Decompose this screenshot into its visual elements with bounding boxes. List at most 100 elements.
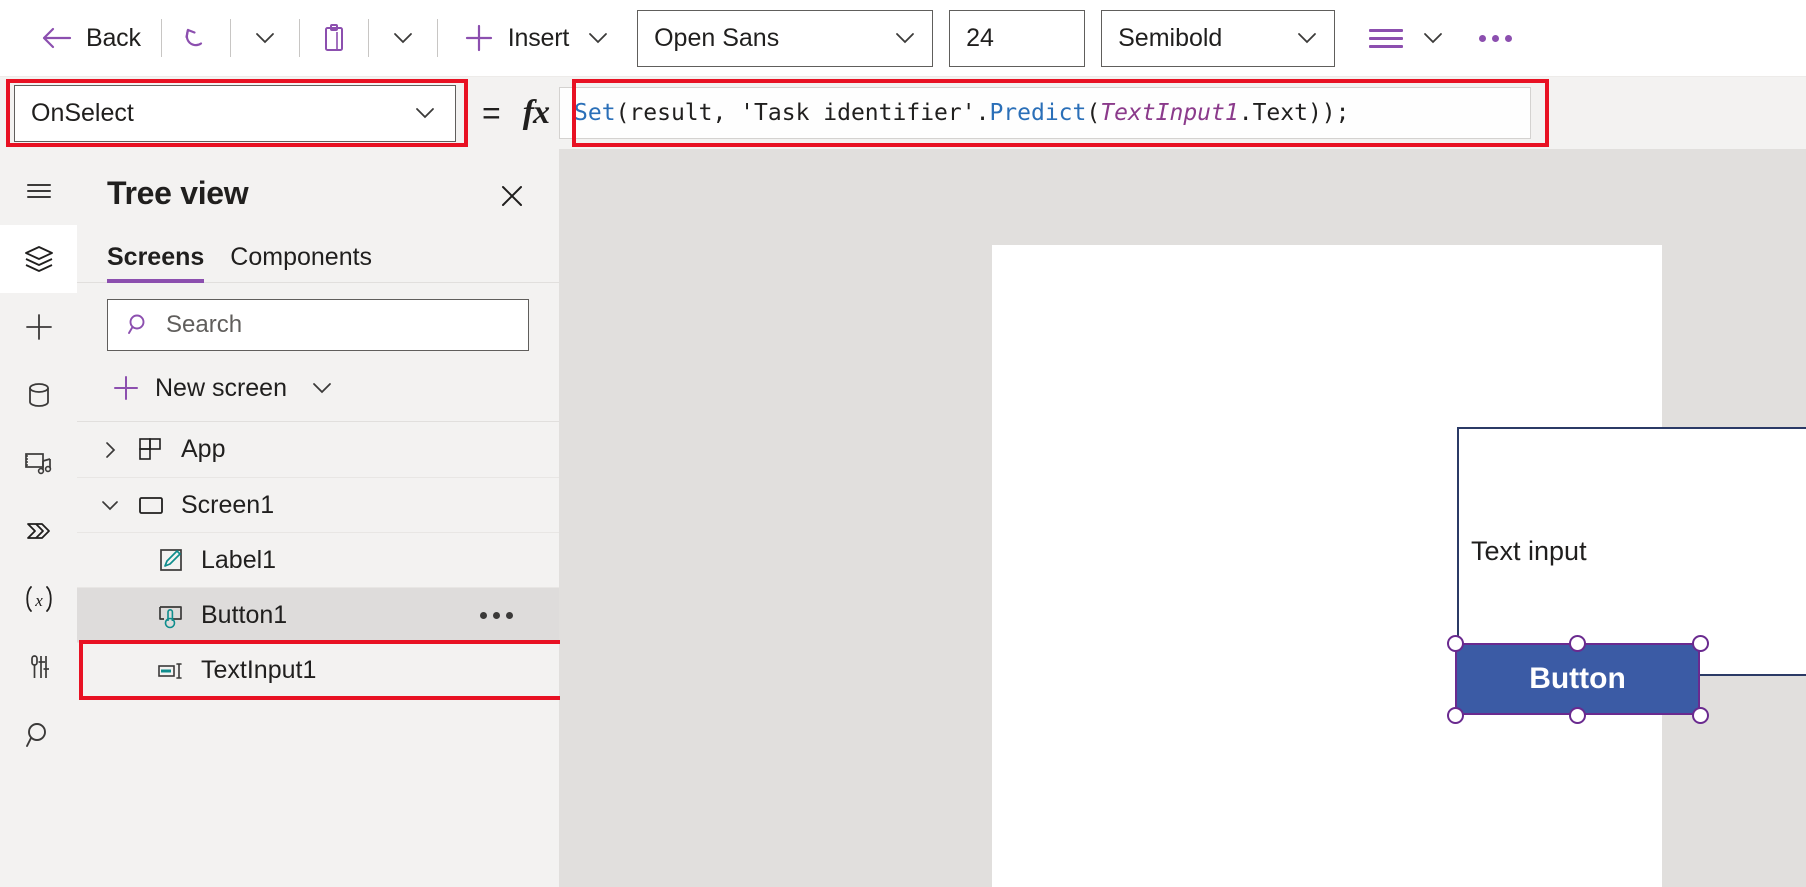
canvas-button[interactable]: Button	[1455, 643, 1700, 715]
resize-handle-top-right[interactable]	[1692, 635, 1709, 652]
chevron-down-icon	[390, 25, 416, 51]
chevron-down-icon	[252, 25, 278, 51]
tree-item-more-button[interactable]	[480, 611, 513, 619]
power-automate-icon	[20, 512, 58, 550]
font-size-input[interactable]: 24	[949, 9, 1086, 67]
back-button[interactable]: Back	[32, 15, 149, 61]
chevron-down-icon	[309, 375, 335, 401]
clipboard-icon	[317, 21, 351, 55]
tree-view-tabs: Screens Components	[77, 217, 559, 283]
tree-item-label: Button1	[201, 600, 288, 629]
font-size-value: 24	[966, 23, 994, 52]
tab-screens[interactable]: Screens	[107, 243, 205, 283]
paste-dropdown[interactable]	[381, 16, 425, 60]
back-label: Back	[86, 23, 141, 52]
rail-item-insert[interactable]	[0, 293, 77, 361]
chevron-right-icon[interactable]	[91, 439, 129, 461]
tree-list: App Screen1 Label1 Button1 TextInput1	[77, 422, 559, 698]
app-canvas: Text input Button	[560, 149, 1806, 887]
tree-item-screen1[interactable]: Screen1	[77, 478, 559, 533]
rail-item-app-checker[interactable]	[0, 633, 77, 701]
app-checker-icon	[22, 650, 56, 684]
tree-item-textinput1[interactable]: TextInput1	[77, 643, 559, 698]
canvas-text-input-value: Text input	[1471, 536, 1587, 566]
font-weight-select[interactable]: Semibold	[1101, 9, 1336, 67]
power-apps-studio: Back Insert Open Sans 24 Semibold OnSele…	[0, 0, 1806, 887]
ellipsis-icon	[1478, 34, 1512, 42]
search-icon	[126, 312, 152, 338]
property-select[interactable]: OnSelect	[14, 84, 456, 142]
resize-handle-top-left[interactable]	[1447, 635, 1464, 652]
data-cylinder-icon	[22, 378, 56, 412]
divider	[436, 19, 438, 57]
search-input[interactable]: Search	[107, 299, 529, 351]
chevron-down-icon	[892, 25, 918, 51]
screen-rect-icon	[129, 490, 173, 520]
canvas-text-input[interactable]: Text input	[1457, 427, 1806, 676]
paste-button[interactable]	[312, 16, 356, 60]
formula-token: TextInput1	[1100, 100, 1239, 126]
tree-item-label: TextInput1	[201, 656, 317, 684]
hamburger-menu-icon	[21, 173, 57, 209]
tree-item-label: App	[181, 435, 226, 463]
rail-item-data[interactable]	[0, 361, 77, 429]
fx-icon: fx	[522, 94, 550, 131]
plus-icon	[111, 373, 141, 403]
resize-handle-top-center[interactable]	[1569, 635, 1586, 652]
tree-item-label1[interactable]: Label1	[77, 533, 559, 588]
rail-item-power-automate[interactable]	[0, 497, 77, 565]
chevron-down-icon	[1420, 25, 1446, 51]
overflow-menu-button[interactable]	[1473, 16, 1517, 60]
font-weight-value: Semibold	[1118, 23, 1223, 52]
formula-input[interactable]: Set (result, 'Task identifier'. Predict(Te…	[559, 87, 1532, 139]
divider	[298, 19, 300, 57]
divider	[229, 19, 231, 57]
formula-input-wrap: Set (result, 'Task identifier'. Predict(Te…	[559, 87, 1532, 139]
rail-item-tree-view[interactable]	[0, 225, 77, 293]
undo-icon	[179, 21, 213, 55]
search-placeholder: Search	[166, 311, 243, 338]
new-screen-label: New screen	[155, 373, 287, 402]
text-align-dropdown[interactable]	[1411, 16, 1455, 60]
divider	[160, 19, 162, 57]
button-click-icon	[149, 599, 193, 631]
left-rail: x	[0, 149, 77, 887]
close-panel-button[interactable]	[491, 175, 533, 217]
formula-token: .Text));	[1238, 100, 1350, 126]
resize-handle-bottom-right[interactable]	[1692, 707, 1709, 724]
insert-label: Insert	[507, 23, 570, 52]
tree-item-button1[interactable]: Button1	[77, 588, 559, 643]
rail-item-media[interactable]	[0, 429, 77, 497]
tree-view-layers-icon	[20, 240, 58, 278]
formula-token: (result, 'Task identifier'.	[615, 100, 990, 126]
formula-token: Set	[574, 100, 616, 126]
screen-surface[interactable]: Text input Button	[992, 245, 1806, 887]
chevron-down-icon	[1294, 25, 1320, 51]
arrow-left-icon	[40, 21, 74, 55]
rail-item-search[interactable]	[0, 701, 77, 769]
search-row: Search	[77, 283, 559, 351]
text-align-button[interactable]	[1361, 16, 1411, 60]
undo-button[interactable]	[174, 16, 218, 60]
new-screen-button[interactable]: New screen	[77, 351, 559, 422]
tree-item-app[interactable]: App	[77, 422, 559, 478]
chevron-down-icon[interactable]	[91, 494, 129, 516]
resize-handle-bottom-left[interactable]	[1447, 707, 1464, 724]
undo-dropdown[interactable]	[243, 16, 287, 60]
align-list-icon	[1369, 28, 1404, 48]
rail-item-variables[interactable]: x	[0, 565, 77, 633]
resize-handle-bottom-center[interactable]	[1569, 707, 1586, 724]
equals-sign: =	[482, 94, 501, 131]
insert-button[interactable]: Insert	[454, 15, 619, 61]
tree-item-label: Screen1	[181, 490, 275, 519]
search-rail-icon	[21, 717, 57, 753]
command-bar: Back Insert Open Sans 24 Semibold	[0, 0, 1806, 77]
font-family-select[interactable]: Open Sans	[637, 9, 934, 67]
tab-components[interactable]: Components	[230, 243, 372, 282]
formula-bar: OnSelect = fx Set (result, 'Task identifi…	[0, 77, 1806, 149]
property-value: OnSelect	[31, 98, 134, 127]
plus-icon	[462, 21, 496, 55]
canvas-button-label: Button	[1529, 662, 1626, 695]
textinput-icon	[149, 655, 193, 687]
rail-item-hamburger[interactable]	[0, 157, 77, 225]
